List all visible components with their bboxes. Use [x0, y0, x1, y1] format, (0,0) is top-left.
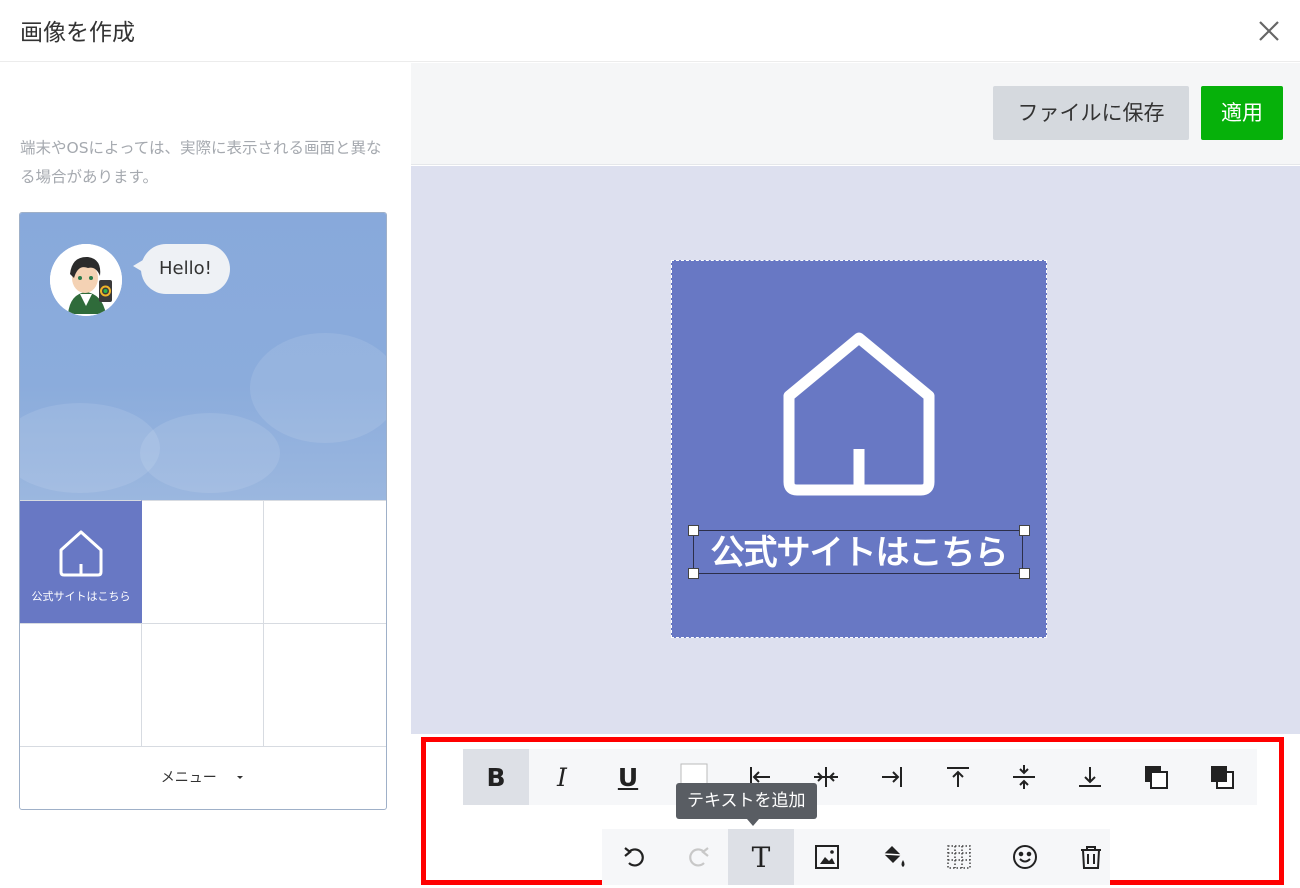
editor-actions-bar: ファイルに保存 適用: [411, 63, 1300, 165]
menu-cell-6[interactable]: [264, 623, 386, 746]
italic-button[interactable]: I: [529, 749, 595, 805]
tooltip: テキストを追加: [676, 783, 817, 819]
send-backward-button[interactable]: [1189, 749, 1255, 805]
undo-icon: [624, 847, 644, 867]
trash-icon: [1081, 846, 1101, 869]
smiley-icon: [1013, 845, 1037, 869]
editor-canvas-area: 公式サイトはこちら: [411, 166, 1300, 734]
preview-note: 端末やOSによっては、実際に表示される画面と異なる場合があります。: [20, 139, 382, 186]
align-right-icon: [882, 767, 902, 787]
menu-cell-2[interactable]: [142, 500, 264, 623]
menu-bar-label: メニュー: [160, 770, 217, 786]
bold-icon: B: [486, 762, 506, 792]
save-to-file-button[interactable]: ファイルに保存: [993, 86, 1189, 140]
avatar: [50, 244, 122, 316]
toolbar-row-2: T: [602, 829, 1110, 885]
resize-handle-bottom-left[interactable]: [688, 568, 699, 579]
menu-cell-3[interactable]: [264, 500, 386, 623]
redo-icon: [689, 847, 709, 867]
bold-button[interactable]: B: [463, 749, 529, 805]
fill-color-button[interactable]: [860, 829, 926, 885]
undo-button[interactable]: [602, 829, 668, 885]
canvas-text-object[interactable]: 公式サイトはこちら: [688, 525, 1030, 579]
resize-handle-bottom-right[interactable]: [1019, 568, 1030, 579]
resize-handle-top-right[interactable]: [1019, 525, 1030, 536]
apply-button[interactable]: 適用: [1201, 86, 1283, 140]
align-top-icon: [947, 767, 969, 787]
bring-forward-button[interactable]: [1123, 749, 1189, 805]
add-image-button[interactable]: [794, 829, 860, 885]
add-text-button[interactable]: T: [728, 829, 794, 885]
chat-background: Hello!: [20, 213, 386, 500]
delete-button[interactable]: [1058, 829, 1124, 885]
align-bottom-button[interactable]: [1057, 749, 1123, 805]
close-icon: [1259, 21, 1279, 41]
menu-cell-4[interactable]: [20, 623, 142, 746]
cloud: [140, 413, 280, 493]
dialog-title: 画像を作成: [20, 20, 135, 46]
rich-menu-grid: 公式サイトはこちら: [20, 500, 386, 746]
menu-cell-1[interactable]: 公式サイトはこちら: [20, 500, 142, 623]
align-middle-button[interactable]: [991, 749, 1057, 805]
menu-cell-label: 公式サイトはこちら: [31, 590, 131, 603]
menu-cell-5[interactable]: [142, 623, 264, 746]
cloud: [250, 333, 386, 443]
menu-bar[interactable]: メニュー: [20, 746, 386, 809]
close-button[interactable]: [1250, 12, 1288, 50]
tooltip-arrow: [747, 819, 759, 826]
cloud: [20, 403, 160, 493]
align-top-button[interactable]: [925, 749, 991, 805]
grid-icon: [947, 845, 971, 869]
align-bottom-icon: [1079, 767, 1101, 787]
grid-button[interactable]: [926, 829, 992, 885]
chat-bubble: Hello!: [141, 244, 230, 294]
phone-preview: Hello! 公式サイトはこちら メニュー: [19, 212, 387, 810]
home-icon: [59, 530, 103, 577]
text-icon: T: [751, 840, 771, 874]
redo-button[interactable]: [665, 829, 731, 885]
dialog-header: 画像を作成: [0, 0, 1300, 62]
underline-button[interactable]: U: [595, 749, 661, 805]
align-right-button[interactable]: [859, 749, 925, 805]
resize-handle-top-left[interactable]: [688, 525, 699, 536]
emoji-button[interactable]: [992, 829, 1058, 885]
caret-down-icon: [237, 776, 244, 779]
toolbar-row-1: B I U: [463, 749, 1257, 805]
bring-forward-icon: [1145, 766, 1168, 789]
format-toolbar: B I U T テキストを追加: [421, 737, 1284, 885]
home-icon[interactable]: [781, 332, 937, 496]
image-icon: [815, 845, 839, 869]
italic-icon: I: [557, 762, 567, 792]
underline-icon: U: [617, 762, 639, 792]
send-backward-icon: [1211, 766, 1234, 789]
paint-bucket-icon: [883, 846, 905, 867]
canvas-text: 公式サイトはこちら: [710, 533, 1009, 573]
image-canvas[interactable]: 公式サイトはこちら: [671, 260, 1047, 638]
align-middle-icon: [1013, 765, 1035, 789]
